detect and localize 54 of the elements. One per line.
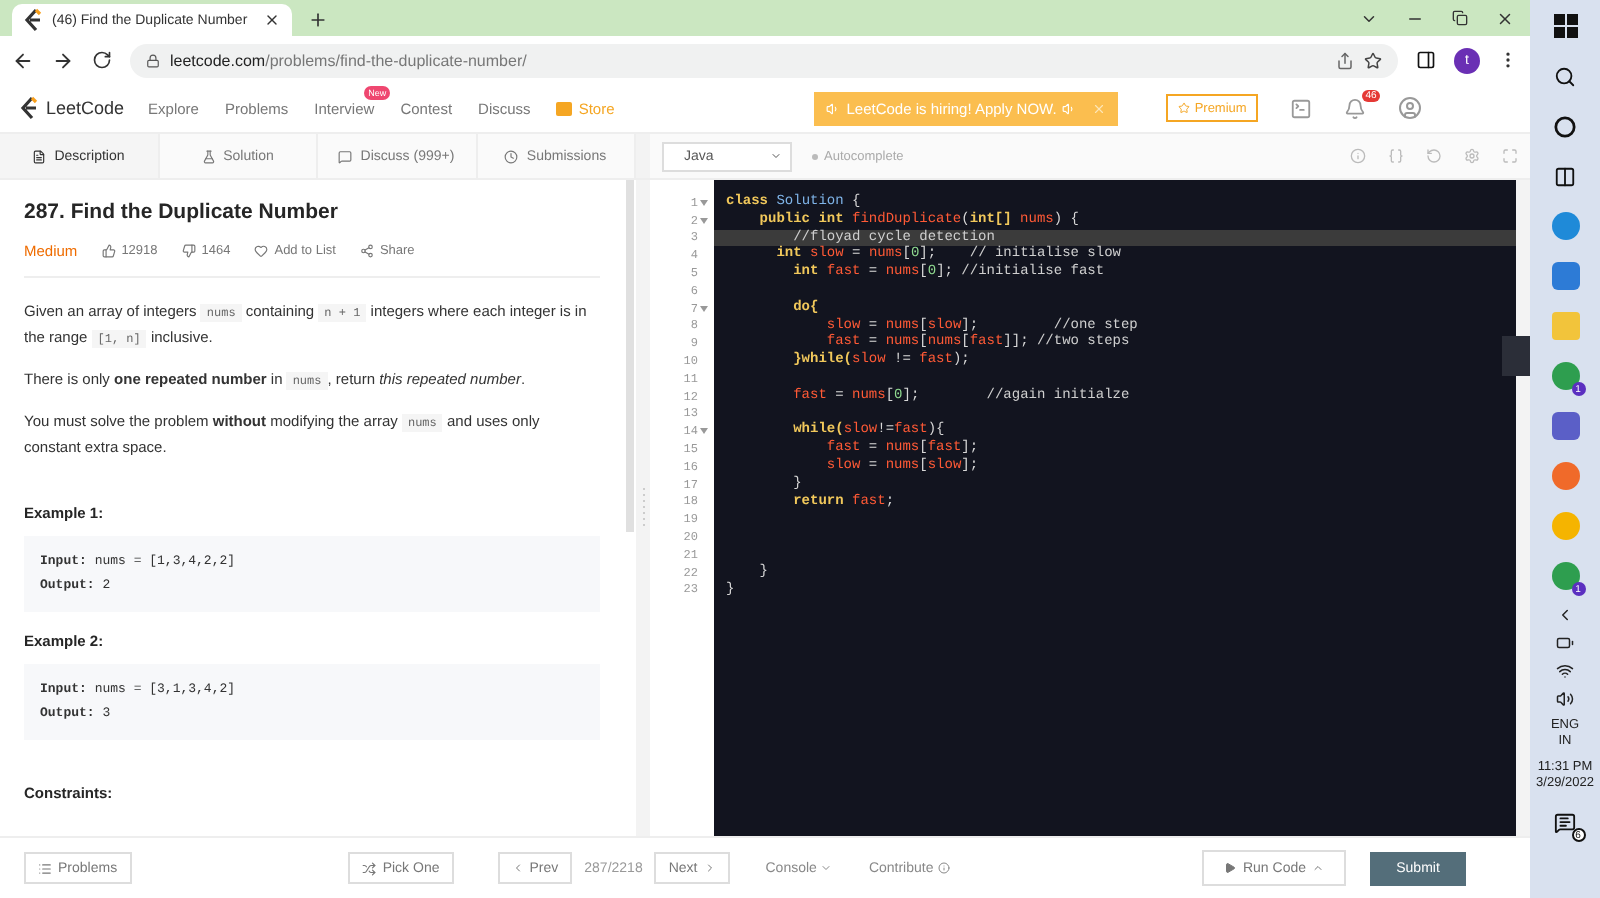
thumbs-up-icon <box>101 244 116 258</box>
close-icon[interactable] <box>264 12 280 28</box>
play-icon <box>1224 862 1237 874</box>
fold-caret-icon[interactable] <box>700 428 708 435</box>
restore-icon[interactable] <box>1452 10 1468 26</box>
chat-icon <box>338 149 353 163</box>
speaker-icon <box>1062 101 1077 115</box>
terminal-icon[interactable] <box>1290 97 1313 119</box>
leetcode-logo-icon[interactable] <box>24 8 44 32</box>
leetcode-logo-icon[interactable] <box>20 96 40 120</box>
info-icon <box>937 862 950 874</box>
forward-icon[interactable] <box>52 49 74 71</box>
windows-logo-icon[interactable] <box>1553 14 1577 38</box>
heart-icon <box>254 244 269 258</box>
speaker-icon <box>826 101 841 115</box>
task-view-icon[interactable] <box>1554 165 1576 187</box>
bookmark-star-icon[interactable] <box>1364 51 1382 69</box>
search-icon[interactable] <box>1554 65 1576 87</box>
tray-expand-icon[interactable] <box>1556 606 1574 624</box>
back-icon[interactable] <box>12 49 34 71</box>
brand-name[interactable]: LeetCode <box>46 98 125 118</box>
wifi-icon[interactable] <box>1556 662 1574 680</box>
url-text: leetcode.com/problems/find-the-duplicate-number/ <box>170 51 527 69</box>
circle-icon[interactable] <box>1554 115 1576 137</box>
caret-icon <box>1312 862 1325 874</box>
list-icon <box>38 861 52 875</box>
share-icon[interactable] <box>1336 51 1354 69</box>
share-icon <box>359 244 374 258</box>
message-icon <box>1554 811 1576 833</box>
caret-icon <box>820 862 833 874</box>
reload-icon[interactable] <box>92 50 112 70</box>
star-icon <box>1178 102 1191 114</box>
bell-icon[interactable] <box>1344 97 1367 119</box>
volume-icon[interactable] <box>1556 690 1574 708</box>
fold-caret-icon[interactable] <box>700 199 708 206</box>
new-tab-icon[interactable] <box>308 10 328 30</box>
lock-icon <box>146 53 160 67</box>
dot-icon <box>812 153 818 159</box>
user-icon[interactable] <box>1398 96 1423 120</box>
chevron-left-icon <box>511 862 524 874</box>
address-bar[interactable]: leetcode.com/problems/find-the-duplicate-number/ <box>130 43 1398 77</box>
side-panel-icon[interactable] <box>1416 50 1436 70</box>
fold-caret-icon[interactable] <box>700 305 708 312</box>
close-icon[interactable] <box>1496 9 1514 27</box>
thumbs-down-icon <box>181 244 196 258</box>
clock-icon <box>504 149 519 163</box>
battery-icon[interactable] <box>1556 634 1574 652</box>
flask-icon <box>201 149 216 163</box>
shuffle-icon <box>362 861 377 875</box>
chevron-right-icon <box>703 862 716 874</box>
document-icon <box>32 149 47 163</box>
problem-title: 287. Find the Duplicate Number <box>24 200 340 224</box>
fold-caret-icon[interactable] <box>700 217 708 224</box>
caret-icon <box>770 150 782 162</box>
